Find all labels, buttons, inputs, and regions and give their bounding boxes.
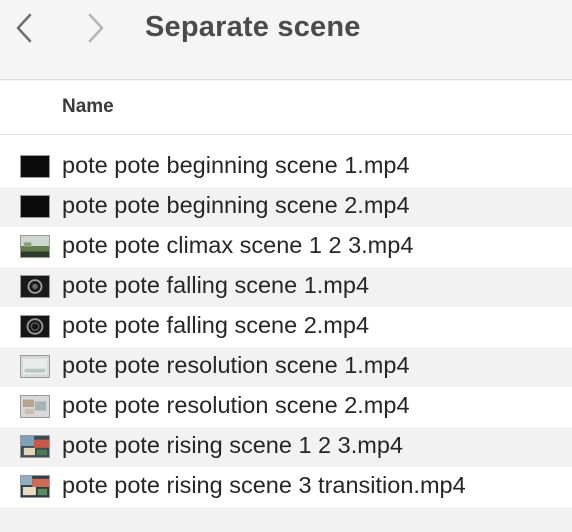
file-name: pote pote resolution scene 1.mp4 [62, 352, 410, 378]
file-row[interactable]: pote pote beginning scene 1.mp4 [0, 147, 572, 187]
file-row[interactable]: pote pote falling scene 2.mp4 [0, 307, 572, 347]
file-row[interactable]: pote pote rising scene 1 2 3.mp4 [0, 427, 572, 467]
file-row[interactable]: pote pote resolution scene 1.mp4 [0, 347, 572, 387]
file-row[interactable]: pote pote resolution scene 2.mp4 [0, 387, 572, 427]
file-row[interactable]: pote pote climax scene 1 2 3.mp4 [0, 227, 572, 267]
video-thumbnail-icon [20, 475, 50, 498]
video-thumbnail-icon [20, 195, 50, 218]
file-name: pote pote rising scene 3 transition.mp4 [62, 472, 466, 498]
file-name: pote pote climax scene 1 2 3.mp4 [62, 232, 414, 258]
video-thumbnail-icon [20, 355, 50, 378]
list-header: Name [0, 81, 572, 135]
forward-button[interactable] [82, 10, 110, 46]
video-thumbnail-icon [20, 395, 50, 418]
empty-row [0, 507, 572, 532]
name-column-header[interactable]: Name [62, 96, 114, 118]
file-rows: pote pote beginning scene 1.mp4 pote pot… [0, 147, 572, 507]
video-thumbnail-icon [20, 155, 50, 178]
finder-window: Separate scene Name pote pote beginning … [0, 0, 572, 532]
video-thumbnail-icon [20, 435, 50, 458]
video-thumbnail-icon [20, 315, 50, 338]
toolbar: Separate scene [0, 0, 572, 80]
video-thumbnail-icon [20, 275, 50, 298]
chevron-left-icon [16, 13, 32, 43]
file-name: pote pote falling scene 2.mp4 [62, 312, 370, 338]
file-name: pote pote beginning scene 1.mp4 [62, 152, 410, 178]
file-name: pote pote resolution scene 2.mp4 [62, 392, 410, 418]
file-list: Name pote pote beginning scene 1.mp4 pot… [0, 81, 572, 532]
file-row[interactable]: pote pote falling scene 1.mp4 [0, 267, 572, 307]
file-row[interactable]: pote pote beginning scene 2.mp4 [0, 187, 572, 227]
chevron-right-icon [88, 13, 104, 43]
folder-title: Separate scene [145, 11, 361, 43]
file-name: pote pote beginning scene 2.mp4 [62, 192, 410, 218]
file-name: pote pote rising scene 1 2 3.mp4 [62, 432, 403, 458]
back-button[interactable] [10, 10, 38, 46]
file-row[interactable]: pote pote rising scene 3 transition.mp4 [0, 467, 572, 507]
video-thumbnail-icon [20, 235, 50, 258]
file-name: pote pote falling scene 1.mp4 [62, 272, 370, 298]
